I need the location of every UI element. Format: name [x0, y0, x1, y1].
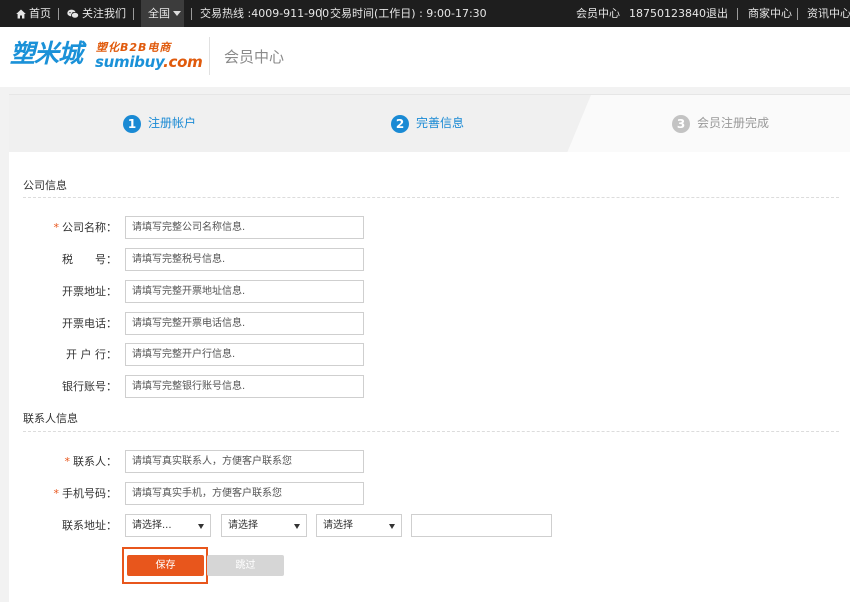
- home-link[interactable]: 首页: [16, 0, 51, 27]
- caret-down-icon: [173, 11, 181, 16]
- step-label: 会员注册完成: [697, 116, 770, 130]
- district-select[interactable]: 请选择: [316, 514, 402, 537]
- top-bar: 首页 关注我们 全国 交易热线 :4009-911-900 交易时间(工作日) …: [0, 0, 850, 27]
- step-label: 完善信息: [416, 116, 465, 130]
- dropdown-arrow-icon: [198, 524, 204, 529]
- contact-section-title: 联系人信息: [23, 412, 78, 425]
- wechat-icon: [67, 9, 79, 19]
- follow-us-label: 关注我们: [82, 7, 126, 20]
- bank-account-input[interactable]: [125, 375, 364, 398]
- page-title: 会员中心: [224, 48, 285, 66]
- company-name-input[interactable]: [125, 216, 364, 239]
- logo-english: sumibuy.com: [95, 53, 203, 71]
- dropdown-arrow-icon: [389, 524, 395, 529]
- dropdown-arrow-icon: [294, 524, 300, 529]
- registration-form: 公司信息 *公司名称： 税 号： 开票地址： 开票电话： 开 户 行： 银行账号…: [9, 152, 850, 602]
- region-label: 全国: [148, 7, 170, 20]
- business-hours-text: 交易时间(工作日) : 9:00-17:30: [330, 7, 487, 20]
- section-divider: [23, 431, 839, 432]
- progress-steps: 1 注册帐户 2 完善信息 3 会员注册完成: [9, 94, 850, 152]
- save-button[interactable]: 保存: [127, 555, 204, 576]
- step-register-account: 1 注册帐户: [123, 113, 196, 133]
- tax-number-input[interactable]: [125, 248, 364, 271]
- bank-name-input[interactable]: [125, 343, 364, 366]
- home-label: 首页: [29, 7, 51, 20]
- skip-button[interactable]: 跳过: [207, 555, 284, 576]
- step-number: 1: [123, 115, 141, 133]
- news-center-link[interactable]: 资讯中心: [807, 0, 850, 27]
- logout-link[interactable]: 退出: [706, 0, 728, 27]
- logo-chinese: 塑米城: [10, 39, 83, 68]
- section-divider: [23, 197, 839, 198]
- street-address-input[interactable]: [411, 514, 552, 537]
- hotline-text: 交易热线 :4009-911-900: [200, 7, 330, 20]
- region-selector[interactable]: 全国: [141, 0, 184, 27]
- contact-person-label: * 联系人：: [64, 455, 118, 468]
- company-name-label: * 公司名称：: [53, 221, 118, 234]
- invoice-phone-label: 开票电话：: [62, 317, 117, 330]
- tax-number-label: 税 号：: [62, 253, 117, 266]
- follow-us-link[interactable]: 关注我们: [67, 0, 126, 27]
- company-section-title: 公司信息: [23, 179, 67, 192]
- step-number: 3: [672, 115, 690, 133]
- province-select[interactable]: 请选择...: [125, 514, 211, 537]
- step-complete-info: 2 完善信息: [391, 113, 464, 133]
- step-label: 注册帐户: [148, 116, 197, 130]
- invoice-address-label: 开票地址：: [62, 285, 117, 298]
- merchant-center-link[interactable]: 商家中心: [748, 0, 792, 27]
- invoice-address-input[interactable]: [125, 280, 364, 303]
- header-divider: [209, 37, 210, 75]
- contact-person-input[interactable]: [125, 450, 364, 473]
- mobile-label: * 手机号码：: [53, 487, 118, 500]
- header: 塑米城 塑化B2B电商 sumibuy.com 会员中心: [0, 27, 850, 87]
- city-select[interactable]: 请选择: [221, 514, 307, 537]
- member-center-link[interactable]: 会员中心: [576, 0, 620, 27]
- bank-account-label: 银行账号：: [62, 380, 117, 393]
- bank-name-label: 开 户 行：: [66, 348, 117, 361]
- contact-address-label: 联系地址：: [62, 519, 117, 532]
- step-registration-done: 3 会员注册完成: [672, 113, 769, 133]
- home-icon: [16, 9, 26, 19]
- user-phone: 18750123840: [629, 7, 706, 20]
- invoice-phone-input[interactable]: [125, 312, 364, 335]
- mobile-input[interactable]: [125, 482, 364, 505]
- step-number: 2: [391, 115, 409, 133]
